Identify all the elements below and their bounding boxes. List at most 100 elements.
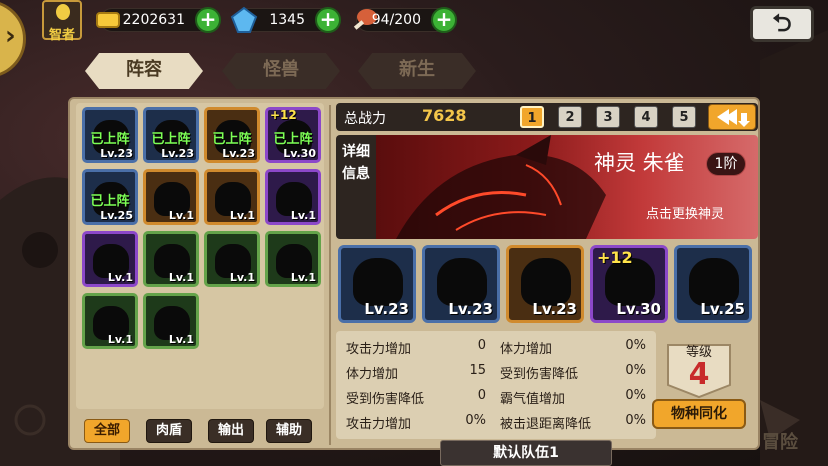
power-bar: 总战力 7628 1 2 3 4 5 xyxy=(336,103,758,131)
top-bar: › 智者 2202631 + 1345 + 94/200 + ⮌ xyxy=(0,0,828,78)
stat-row: 体力增加 15 xyxy=(346,360,492,382)
tab-monsters[interactable]: 怪兽 xyxy=(222,53,340,89)
enhance-badge: +12 xyxy=(270,108,297,122)
monster-level: Lv.1 xyxy=(168,209,194,222)
stat-row: 攻击力增加 0 xyxy=(346,335,492,357)
gem-counter: 1345 + xyxy=(230,6,341,33)
level-badge: 等级 4 xyxy=(658,335,740,399)
roster-monster-card[interactable]: +12 已上阵 Lv.30 xyxy=(265,107,321,163)
stat-value: 0% xyxy=(465,413,486,428)
god-name: 神灵 朱雀 xyxy=(594,151,685,175)
stat-row: 霸气值增加 0% xyxy=(500,385,646,407)
stat-value: 0 xyxy=(477,388,486,403)
team-name-label[interactable]: 默认队伍1 xyxy=(440,440,612,466)
power-value: 7628 xyxy=(422,106,467,125)
roster-monster-card[interactable]: Lv.1 xyxy=(143,169,199,225)
god-selector[interactable]: 神灵 朱雀 1阶 点击更换神灵 xyxy=(376,135,758,239)
deployed-label: 已上阵 xyxy=(212,132,252,147)
monster-level: Lv.25 xyxy=(700,300,745,318)
monster-level: Lv.1 xyxy=(229,209,255,222)
tab-rebirth[interactable]: 新生 xyxy=(358,53,476,89)
adventure-button[interactable]: 冒险 xyxy=(762,428,798,454)
roster-monster-card[interactable]: 已上阵 Lv.23 xyxy=(82,107,138,163)
team-monster-card[interactable]: Lv.23 xyxy=(506,245,584,323)
filter-tank-button[interactable]: 肉盾 xyxy=(146,419,192,443)
swap-icon xyxy=(717,109,750,127)
stat-name: 体力增加 xyxy=(346,367,399,382)
add-gold-button[interactable]: + xyxy=(195,7,221,33)
species-sync-button[interactable]: 物种同化 xyxy=(652,399,746,429)
stat-name: 受到伤害降低 xyxy=(346,392,425,407)
side-menu-toggle[interactable]: › xyxy=(0,0,26,78)
stat-name: 攻击力增加 xyxy=(346,342,412,357)
add-gems-button[interactable]: + xyxy=(315,7,341,33)
monster-silhouette-icon xyxy=(437,258,487,306)
monster-level: Lv.25 xyxy=(100,209,133,222)
roster-monster-card[interactable]: Lv.1 xyxy=(143,231,199,287)
rank-label: 智者 xyxy=(48,28,75,43)
team-slot-5[interactable]: 5 xyxy=(672,106,696,128)
filter-support-button[interactable]: 辅助 xyxy=(266,419,312,443)
stat-row: 被击退距离降低 0% xyxy=(500,410,646,432)
stat-value: 0% xyxy=(625,388,646,403)
level-value: 4 xyxy=(688,357,710,392)
monster-level: Lv.1 xyxy=(290,271,316,284)
power-label: 总战力 xyxy=(344,111,386,127)
monster-level: Lv.30 xyxy=(616,300,661,318)
deployed-label: 已上阵 xyxy=(273,132,313,147)
lightbulb-icon xyxy=(56,4,70,20)
monster-level: Lv.23 xyxy=(100,147,133,160)
detail-info-tag[interactable]: 详细信息 xyxy=(336,135,376,239)
roster-monster-card[interactable]: Lv.1 xyxy=(204,169,260,225)
stat-row: 攻击力增加 0% xyxy=(346,410,492,432)
stamina-counter: 94/200 + xyxy=(353,7,457,33)
roster-monster-card[interactable]: Lv.1 xyxy=(82,231,138,287)
monster-silhouette-icon xyxy=(689,258,739,306)
gold-counter: 2202631 + xyxy=(96,7,221,33)
stat-row: 体力增加 0% xyxy=(500,335,646,357)
roster-monster-card[interactable]: Lv.1 xyxy=(82,293,138,349)
monster-level: Lv.30 xyxy=(283,147,316,160)
tab-lineup[interactable]: 阵容 xyxy=(85,53,203,89)
roster-monster-card[interactable]: 已上阵 Lv.23 xyxy=(204,107,260,163)
stat-name: 被击退距离降低 xyxy=(500,417,592,432)
team-monster-card[interactable]: +12 Lv.30 xyxy=(590,245,668,323)
panel-divider xyxy=(329,105,331,445)
back-button[interactable]: ⮌ xyxy=(750,6,814,42)
detail-info-label: 详细信息 xyxy=(342,144,370,182)
team-monster-card[interactable]: Lv.25 xyxy=(674,245,752,323)
team-slot-4[interactable]: 4 xyxy=(634,106,658,128)
team-slot-1[interactable]: 1 xyxy=(520,106,544,128)
team-monster-card[interactable]: Lv.23 xyxy=(338,245,416,323)
stat-row: 受到伤害降低 0% xyxy=(500,360,646,382)
god-change-hint: 点击更换神灵 xyxy=(645,207,724,222)
stat-value: 0% xyxy=(625,338,646,353)
filter-all-button[interactable]: 全部 xyxy=(84,419,130,443)
add-stamina-button[interactable]: + xyxy=(431,7,457,33)
monster-level: Lv.23 xyxy=(448,300,493,318)
roster-monster-card[interactable]: Lv.1 xyxy=(143,293,199,349)
team-monster-card[interactable]: Lv.23 xyxy=(422,245,500,323)
stat-value: 15 xyxy=(469,363,486,378)
monster-level: Lv.1 xyxy=(168,333,194,346)
stat-name: 攻击力增加 xyxy=(346,417,412,432)
roster-monster-card[interactable]: Lv.1 xyxy=(265,169,321,225)
roster-monster-card[interactable]: Lv.1 xyxy=(204,231,260,287)
chevron-right-icon: › xyxy=(5,21,16,51)
gold-icon xyxy=(96,12,120,28)
team-slot-2[interactable]: 2 xyxy=(558,106,582,128)
enhance-badge: +12 xyxy=(597,248,633,267)
stat-value: 0% xyxy=(625,413,646,428)
filter-damage-button[interactable]: 输出 xyxy=(208,419,254,443)
stats-panel: 攻击力增加 0 体力增加 0% 体力增加 15 受到伤害降低 0% 受到伤害降低 0 霸气值增加 0%… xyxy=(336,331,656,439)
roster-monster-card[interactable]: 已上阵 Lv.25 xyxy=(82,169,138,225)
monster-level: Lv.1 xyxy=(107,333,133,346)
stamina-value: 94/200 xyxy=(371,12,421,28)
monster-level: Lv.1 xyxy=(229,271,255,284)
monster-level: Lv.1 xyxy=(107,271,133,284)
stat-name: 体力增加 xyxy=(500,342,553,357)
roster-monster-card[interactable]: 已上阵 Lv.23 xyxy=(143,107,199,163)
team-slot-3[interactable]: 3 xyxy=(596,106,620,128)
swap-team-button[interactable] xyxy=(708,104,756,130)
roster-monster-card[interactable]: Lv.1 xyxy=(265,231,321,287)
